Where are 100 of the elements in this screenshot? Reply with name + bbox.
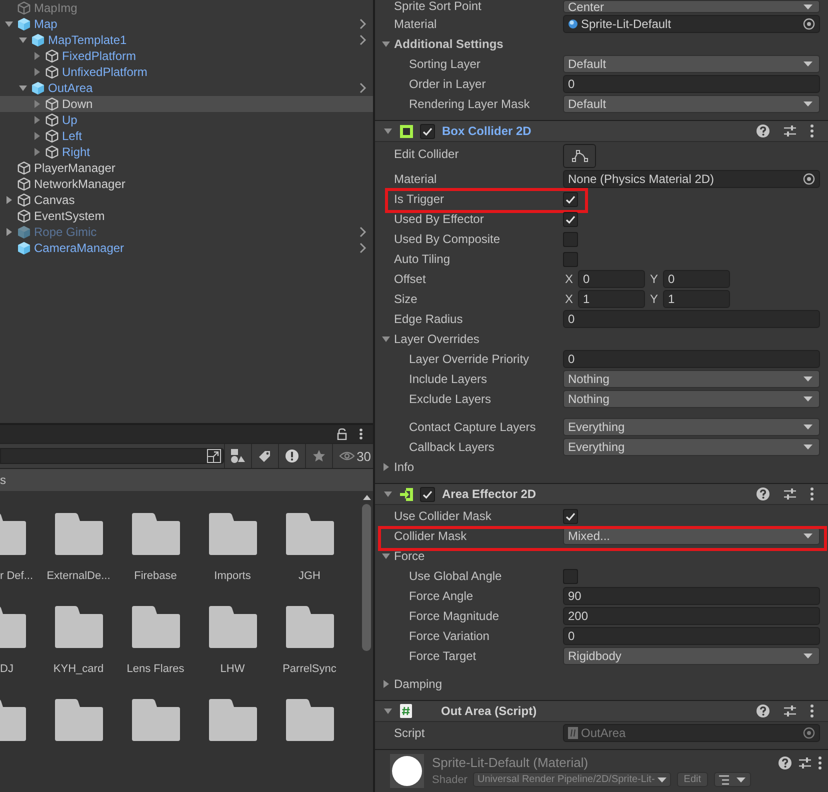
checkbox[interactable] [563,508,578,524]
folder-item[interactable]: ExternalDe... [40,513,117,582]
folder-item[interactable]: r Def... [0,513,40,582]
hierarchy-item[interactable]: OutArea [0,80,373,96]
dropdown[interactable]: Center [563,0,820,13]
hierarchy-item[interactable]: MapTemplate1 [0,32,373,48]
checkbox[interactable] [563,212,578,226]
collapse-arrow-icon[interactable] [32,131,42,141]
collapse-arrow-icon[interactable] [32,67,42,77]
dropdown[interactable]: Default [563,95,820,113]
folder-item[interactable]: KYH_card [40,606,117,675]
checkbox[interactable] [563,252,578,266]
hierarchy-item[interactable]: EventSystem [0,208,373,224]
chevron-icon[interactable] [359,18,367,30]
help-icon[interactable] [756,124,770,138]
breadcrumb-item[interactable]: s [0,473,6,487]
collapse-arrow-icon[interactable] [381,679,391,689]
hierarchy-item[interactable]: Down [0,96,373,112]
number-field[interactable]: 0 [563,350,820,368]
folder-item[interactable]: DJ [0,606,40,675]
checkbox[interactable] [420,486,435,502]
expand-arrow-icon[interactable] [383,706,393,716]
hierarchy-item[interactable]: UnfixedPlatform [0,64,373,80]
search-field[interactable] [0,448,224,464]
chevron-icon[interactable] [359,34,367,46]
checkbox[interactable] [563,232,578,246]
chevron-icon[interactable] [359,242,367,254]
number-field[interactable]: 90 [563,587,820,605]
expand-arrow-icon[interactable] [383,489,393,499]
popout-icon[interactable] [206,449,221,463]
arrow-up-icon[interactable] [362,495,370,500]
number-field[interactable]: 200 [563,607,820,625]
expand-arrow-icon[interactable] [381,334,391,344]
target-icon[interactable] [803,173,815,185]
dropdown[interactable]: Everything [563,438,820,456]
number-field[interactable]: 0 [563,75,820,93]
expand-arrow-icon[interactable] [4,19,14,29]
lock-icon[interactable] [337,428,347,440]
collapse-arrow-icon[interactable] [381,462,391,472]
expand-arrow-icon[interactable] [383,126,393,136]
help-icon[interactable] [756,704,770,718]
number-field[interactable]: 0 [563,627,820,645]
collapse-arrow-icon[interactable] [4,195,14,205]
number-field[interactable]: 0 [578,270,645,288]
hierarchy-item[interactable]: Map [0,16,373,32]
dropdown[interactable]: Nothing [563,390,820,408]
object-field[interactable]: None (Physics Material 2D) [563,170,820,188]
number-field[interactable]: 0 [663,270,730,288]
folder-item[interactable]: JGH [271,513,348,582]
collapse-arrow-icon[interactable] [32,115,42,125]
foldout-label[interactable]: Additional Settings [394,37,504,51]
checkbox[interactable] [563,192,578,206]
expand-arrow-icon[interactable] [381,39,391,49]
checkbox[interactable] [563,568,578,584]
number-field[interactable]: 1 [663,290,730,308]
hierarchy-item[interactable]: Left [0,128,373,144]
object-field[interactable]: Sprite-Lit-Default [563,15,820,33]
presets-icon[interactable] [783,124,797,138]
list-dropdown[interactable] [714,772,752,787]
folder-item[interactable]: Imports [194,513,271,582]
presets-icon[interactable] [798,756,812,770]
dropdown[interactable]: Default [563,55,820,73]
number-field[interactable]: 1 [578,290,645,308]
hierarchy-item[interactable]: Canvas [0,192,373,208]
hierarchy-item[interactable]: Right [0,144,373,160]
dropdown[interactable]: Nothing [563,370,820,388]
foldout-label[interactable]: Force [394,549,425,563]
chevron-icon[interactable] [359,82,367,94]
hierarchy-item[interactable]: NetworkManager [0,176,373,192]
more-icon[interactable] [810,704,814,718]
presets-icon[interactable] [783,704,797,718]
folder-item[interactable]: Lens Flares [117,606,194,675]
collapse-arrow-icon[interactable] [32,51,42,61]
hierarchy-item[interactable]: Up [0,112,373,128]
folder-item[interactable]: ParrelSync [271,606,348,675]
edit-collider-button[interactable] [563,144,596,168]
hierarchy-item[interactable]: CameraManager [0,240,373,256]
folder-item[interactable]: Firebase [117,513,194,582]
hierarchy-item[interactable]: PlayerManager [0,160,373,176]
more-icon[interactable] [810,124,814,138]
target-icon[interactable] [803,18,815,30]
presets-icon[interactable] [783,487,797,501]
number-field[interactable]: 0 [563,310,820,328]
hierarchy-item[interactable]: FixedPlatform [0,48,373,64]
scrollbar[interactable] [362,495,371,651]
collapse-arrow-icon[interactable] [32,147,42,157]
more-icon[interactable] [810,487,814,501]
expand-arrow-icon[interactable] [381,551,391,561]
foldout-label[interactable]: Layer Overrides [394,332,480,346]
dropdown[interactable]: Rigidbody [563,647,820,665]
folder-item[interactable]: LHW [194,606,271,675]
checkbox[interactable] [420,124,435,138]
help-icon[interactable] [778,756,792,770]
more-icon[interactable] [818,756,822,770]
expand-arrow-icon[interactable] [18,83,28,93]
more-icon[interactable] [359,428,363,440]
foldout-label[interactable]: Info [394,460,414,474]
foldout-label[interactable]: Damping [394,677,442,691]
dropdown[interactable]: Everything [563,418,820,436]
expand-arrow-icon[interactable] [18,35,28,45]
